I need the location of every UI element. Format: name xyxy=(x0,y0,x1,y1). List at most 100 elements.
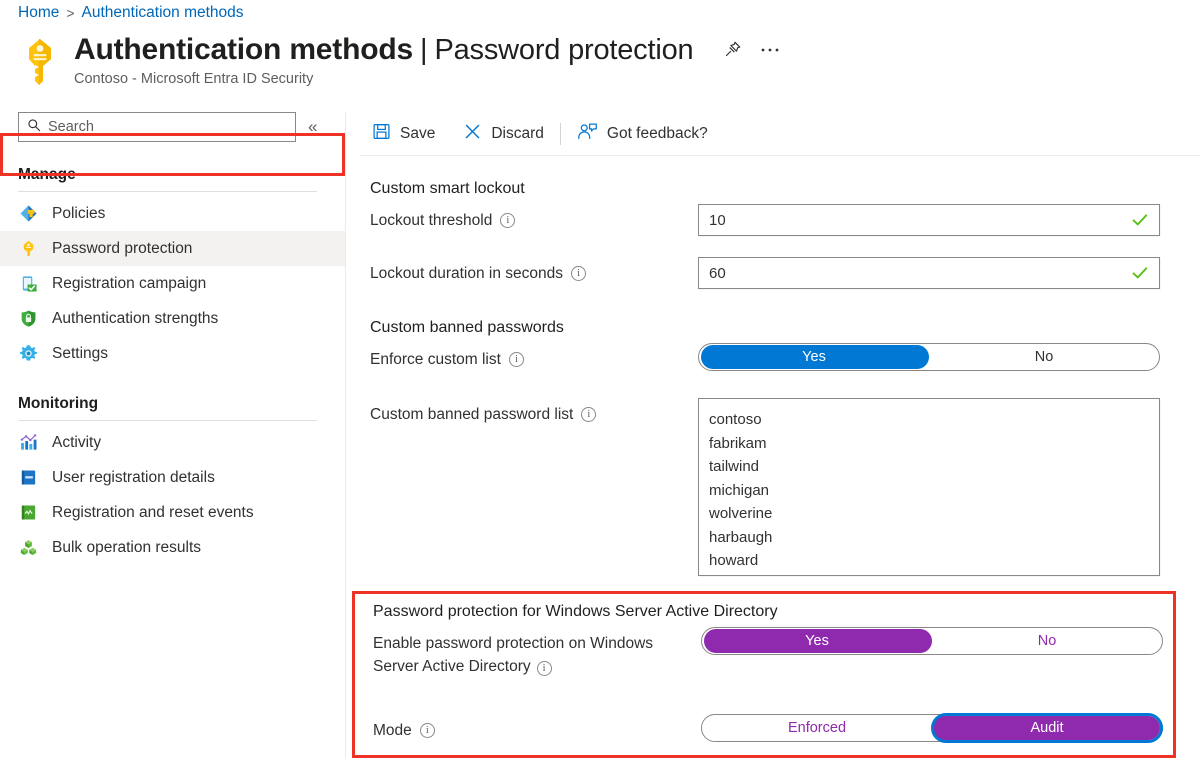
sidebar-item-label: Registration campaign xyxy=(52,275,206,293)
lockout-duration-label-group: Lockout duration in seconds xyxy=(370,257,698,285)
page-subtitle: Contoso - Microsoft Entra ID Security xyxy=(74,71,780,87)
enforce-custom-list-option-no[interactable]: No xyxy=(929,344,1159,370)
breadcrumb-separator-icon: > xyxy=(66,5,74,21)
lockout-threshold-input[interactable]: 10 xyxy=(698,204,1160,236)
page-title-block: Authentication methods | Password protec… xyxy=(74,33,780,87)
breadcrumb-home[interactable]: Home xyxy=(18,4,59,22)
chevron-double-left-icon[interactable]: « xyxy=(308,117,317,137)
search-placeholder: Search xyxy=(48,119,94,135)
lockout-threshold-label-group: Lockout threshold xyxy=(370,204,698,232)
policies-icon xyxy=(18,204,38,224)
breadcrumb: Home > Authentication methods xyxy=(18,0,244,26)
bar-chart-icon xyxy=(18,433,38,453)
custom-banned-password-list-textarea[interactable]: contoso fabrikam tailwind michigan wolve… xyxy=(698,398,1160,576)
sidebar-item-settings[interactable]: Settings xyxy=(0,336,345,371)
page-header: Authentication methods | Password protec… xyxy=(18,33,780,87)
key-icon xyxy=(18,35,62,87)
sidebar-item-registration-campaign[interactable]: Registration campaign xyxy=(0,266,345,301)
blue-book-icon xyxy=(18,468,38,488)
info-icon[interactable] xyxy=(420,723,435,738)
sidebar-item-label: Registration and reset events xyxy=(52,504,254,522)
form-row-enforce-custom-list: Enforce custom list Yes No xyxy=(370,343,1170,377)
command-bar-separator xyxy=(560,123,561,145)
ellipsis-icon[interactable] xyxy=(760,46,780,54)
valid-check-icon xyxy=(1131,211,1149,233)
key-icon xyxy=(18,239,38,259)
discard-button[interactable]: Discard xyxy=(461,118,556,150)
sidebar-item-label: User registration details xyxy=(52,469,215,487)
enable-on-prem-option-yes[interactable]: Yes xyxy=(702,628,932,654)
info-icon[interactable] xyxy=(581,407,596,422)
sidebar-item-label: Bulk operation results xyxy=(52,539,201,557)
sidebar-item-authentication-strengths[interactable]: Authentication strengths xyxy=(0,301,345,336)
mode-label: Mode xyxy=(373,719,412,742)
lockout-duration-value: 60 xyxy=(709,265,726,282)
search-icon xyxy=(27,118,41,137)
sidebar-item-password-protection[interactable]: Password protection xyxy=(0,231,345,266)
on-prem-password-protection-section: Password protection for Windows Server A… xyxy=(373,603,1163,748)
save-button[interactable]: Save xyxy=(370,118,447,150)
enforce-custom-list-toggle[interactable]: Yes No xyxy=(698,343,1160,371)
enforce-custom-list-label-group: Enforce custom list xyxy=(370,343,698,371)
azure-portal-page: Home > Authentication methods Authentica… xyxy=(0,0,1200,759)
custom-banned-password-list-label-group: Custom banned password list xyxy=(370,398,698,426)
registration-campaign-icon xyxy=(18,274,38,294)
mode-label-group: Mode xyxy=(373,714,701,742)
section-title-on-prem: Password protection for Windows Server A… xyxy=(373,603,1163,621)
page-subtitle-title: Password protection xyxy=(434,34,693,67)
info-icon[interactable] xyxy=(571,266,586,281)
search-input[interactable]: Search xyxy=(18,112,296,142)
enforce-custom-list-label: Enforce custom list xyxy=(370,348,501,371)
discard-label: Discard xyxy=(491,125,544,143)
enable-on-prem-option-no[interactable]: No xyxy=(932,628,1162,654)
highlight-box-on-prem-section: Password protection for Windows Server A… xyxy=(352,591,1176,758)
lockout-threshold-label: Lockout threshold xyxy=(370,209,492,232)
section-title-custom-smart-lockout: Custom smart lockout xyxy=(370,180,1170,198)
pin-icon[interactable] xyxy=(723,40,742,59)
section-title-custom-banned-passwords: Custom banned passwords xyxy=(370,319,1170,337)
sidebar-item-label: Password protection xyxy=(52,240,192,258)
save-icon xyxy=(372,122,391,146)
mode-toggle[interactable]: Enforced Audit xyxy=(701,714,1163,742)
info-icon[interactable] xyxy=(509,352,524,367)
cubes-icon xyxy=(18,538,38,558)
sidebar-item-label: Activity xyxy=(52,434,101,452)
gear-icon xyxy=(18,344,38,364)
command-bar-rule xyxy=(360,155,1200,156)
save-label: Save xyxy=(400,125,435,143)
feedback-person-icon xyxy=(577,122,598,146)
mode-option-audit[interactable]: Audit xyxy=(932,715,1162,741)
sidebar-group-rule xyxy=(18,191,317,192)
sidebar-search-row: Search « xyxy=(0,112,345,142)
sidebar-group-title-manage: Manage xyxy=(0,166,345,184)
custom-banned-password-list-label: Custom banned password list xyxy=(370,403,573,426)
enable-on-prem-toggle[interactable]: Yes No xyxy=(701,627,1163,655)
form-row-mode: Mode Enforced Audit xyxy=(373,714,1163,748)
enable-on-prem-label: Enable password protection on Windows Se… xyxy=(373,632,701,678)
enforce-custom-list-option-yes[interactable]: Yes xyxy=(699,344,929,370)
sidebar-item-user-registration-details[interactable]: User registration details xyxy=(0,460,345,495)
sidebar-item-bulk-operation-results[interactable]: Bulk operation results xyxy=(0,530,345,565)
nav-content-divider xyxy=(345,112,346,759)
got-feedback-button[interactable]: Got feedback? xyxy=(575,118,720,150)
feedback-label: Got feedback? xyxy=(607,125,708,143)
sidebar-item-activity[interactable]: Activity xyxy=(0,425,345,460)
sidebar-item-label: Authentication strengths xyxy=(52,310,218,328)
sidebar: Search « Manage Policies xyxy=(0,112,345,565)
sidebar-group-rule xyxy=(18,420,317,421)
enable-on-prem-label-group: Enable password protection on Windows Se… xyxy=(373,627,701,678)
form-row-lockout-duration: Lockout duration in seconds 60 xyxy=(370,257,1170,291)
lockout-duration-label: Lockout duration in seconds xyxy=(370,262,563,285)
info-icon[interactable] xyxy=(537,661,552,676)
sidebar-item-label: Policies xyxy=(52,205,105,223)
info-icon[interactable] xyxy=(500,213,515,228)
title-separator: | xyxy=(420,34,428,67)
lockout-duration-input[interactable]: 60 xyxy=(698,257,1160,289)
form-row-custom-banned-password-list: Custom banned password list contoso fabr… xyxy=(370,398,1170,576)
shield-lock-icon xyxy=(18,309,38,329)
sidebar-item-registration-and-reset-events[interactable]: Registration and reset events xyxy=(0,495,345,530)
command-bar: Save Discard Got feedback? xyxy=(370,118,720,150)
sidebar-item-policies[interactable]: Policies xyxy=(0,196,345,231)
mode-option-enforced[interactable]: Enforced xyxy=(702,715,932,741)
breadcrumb-authentication-methods[interactable]: Authentication methods xyxy=(82,4,244,22)
